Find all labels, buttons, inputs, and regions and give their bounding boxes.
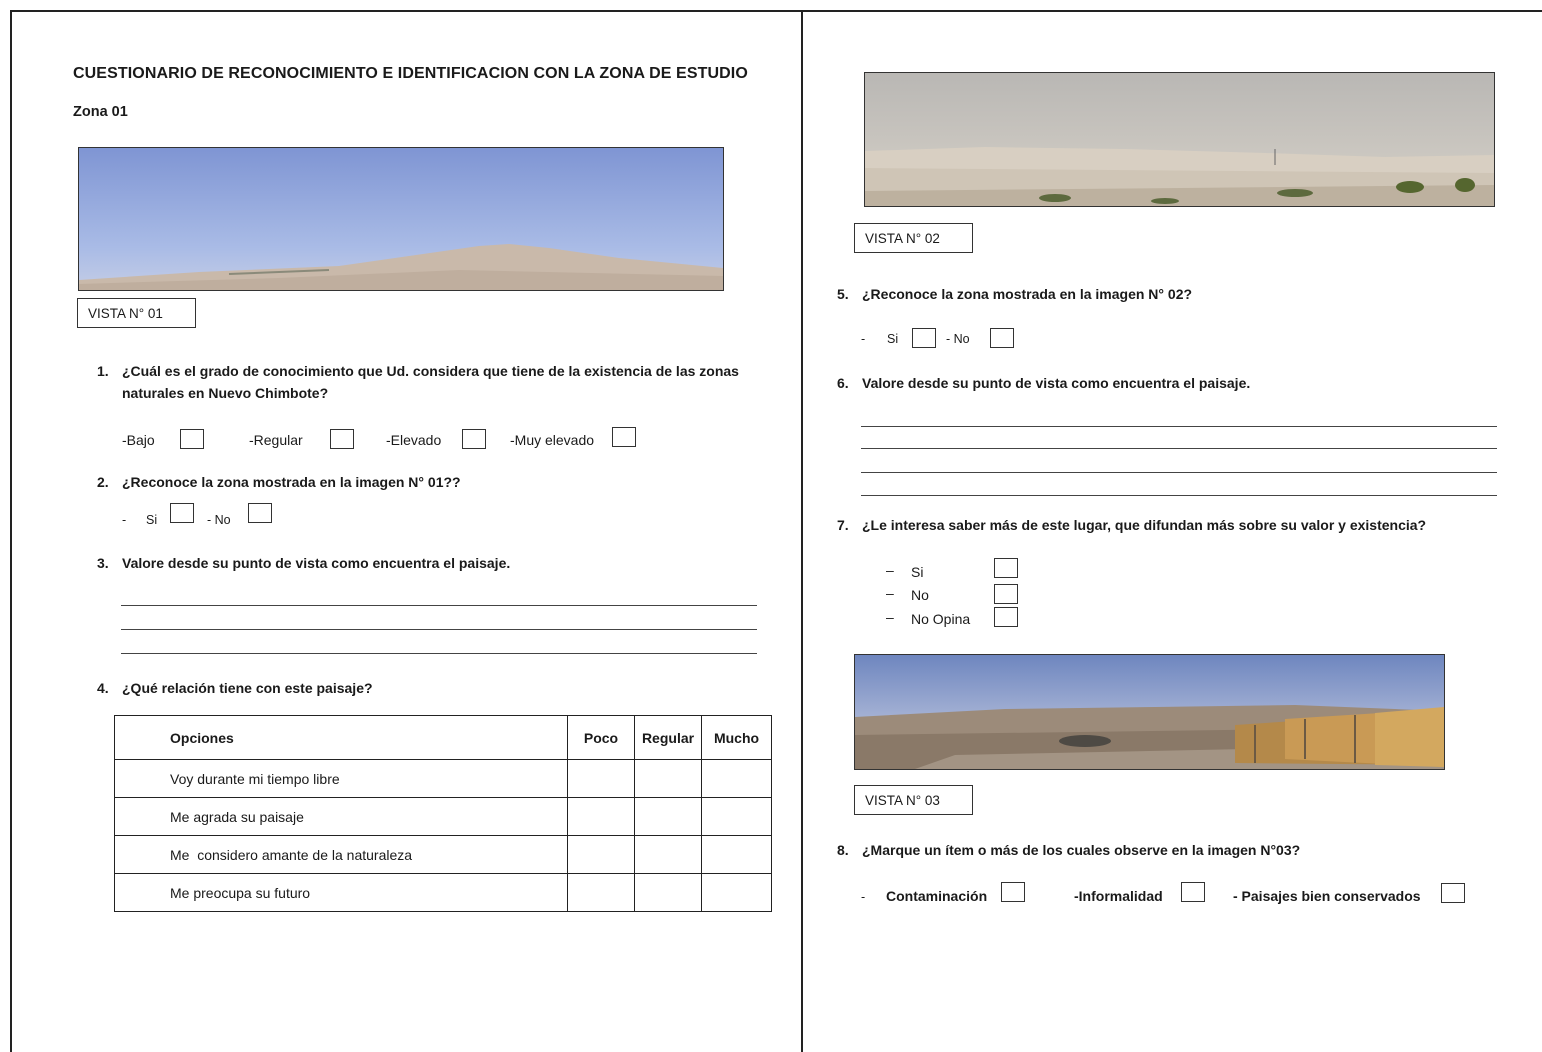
cell-regular[interactable] bbox=[634, 835, 702, 874]
cell-mucho[interactable] bbox=[701, 759, 772, 798]
q8-checkbox-contaminacion[interactable] bbox=[1001, 882, 1025, 902]
q1-checkbox-muy-elevado[interactable] bbox=[612, 427, 636, 447]
column-header-poco: Poco bbox=[567, 715, 635, 760]
zona-label: Zona 01 bbox=[73, 104, 128, 120]
page-frame-top bbox=[10, 10, 1542, 12]
q3-answer-line[interactable] bbox=[121, 629, 757, 630]
q5-option-no-label: - No bbox=[946, 332, 970, 346]
q7-bullet: – bbox=[886, 562, 894, 578]
question-number: 1. bbox=[97, 363, 109, 379]
question-text: ¿Qué relación tiene con este paisaje? bbox=[122, 680, 373, 696]
question-number: 5. bbox=[837, 286, 849, 302]
row-label: Voy durante mi tiempo libre bbox=[114, 759, 568, 798]
q6-answer-line[interactable] bbox=[861, 472, 1497, 473]
cell-mucho[interactable] bbox=[701, 797, 772, 836]
page-frame-left bbox=[10, 10, 12, 1052]
q2-dash: - bbox=[122, 513, 127, 527]
question-text: ¿Reconoce la zona mostrada en la imagen … bbox=[862, 286, 1193, 302]
q7-checkbox-no-opina[interactable] bbox=[994, 607, 1018, 627]
q2-checkbox-no[interactable] bbox=[248, 503, 272, 523]
q1-option-elevado-label: -Elevado bbox=[386, 432, 442, 448]
row-label: Me considero amante de la naturaleza bbox=[114, 835, 568, 874]
q6-answer-line[interactable] bbox=[861, 448, 1497, 449]
cell-regular[interactable] bbox=[634, 797, 702, 836]
question-text: Valore desde su punto de vista como encu… bbox=[122, 555, 511, 571]
page-title: CUESTIONARIO DE RECONOCIMIENTO E IDENTIF… bbox=[73, 65, 748, 82]
q8-option-contaminacion-label: Contaminación bbox=[886, 888, 988, 904]
column-header-opciones: Opciones bbox=[114, 715, 568, 760]
question-number: 3. bbox=[97, 555, 109, 571]
q2-option-no-label: - No bbox=[207, 513, 231, 527]
question-text: ¿Le interesa saber más de este lugar, qu… bbox=[862, 517, 1427, 533]
question-text-cont: naturales en Nuevo Chimbote? bbox=[122, 385, 329, 401]
question-text: Valore desde su punto de vista como encu… bbox=[862, 375, 1251, 391]
vista-01-label: VISTA N° 01 bbox=[77, 298, 196, 328]
cell-poco[interactable] bbox=[567, 835, 635, 874]
q8-checkbox-informalidad[interactable] bbox=[1181, 882, 1205, 902]
question-number: 2. bbox=[97, 474, 109, 490]
q6-answer-line[interactable] bbox=[861, 495, 1497, 496]
page-divider bbox=[801, 10, 803, 1052]
q5-option-si-label: Si bbox=[887, 332, 899, 346]
column-header-mucho: Mucho bbox=[701, 715, 772, 760]
q5-checkbox-si[interactable] bbox=[912, 328, 936, 348]
vista-03-label: VISTA N° 03 bbox=[854, 785, 973, 815]
q1-checkbox-bajo[interactable] bbox=[180, 429, 204, 449]
row-label: Me preocupa su futuro bbox=[114, 873, 568, 912]
q1-option-bajo-label: -Bajo bbox=[122, 432, 155, 448]
q2-checkbox-si[interactable] bbox=[170, 503, 194, 523]
q8-option-paisajes-label: - Paisajes bien conservados bbox=[1233, 888, 1421, 904]
vista-02-label: VISTA N° 02 bbox=[854, 223, 973, 253]
q3-answer-line[interactable] bbox=[121, 653, 757, 654]
relation-table: Opciones Poco Regular Mucho Voy durante … bbox=[114, 715, 772, 912]
cell-poco[interactable] bbox=[567, 759, 635, 798]
question-number: 6. bbox=[837, 375, 849, 391]
cell-regular[interactable] bbox=[634, 873, 702, 912]
table-row: Me preocupa su futuro bbox=[114, 873, 772, 912]
table-row: Me considero amante de la naturaleza bbox=[114, 835, 772, 874]
cell-poco[interactable] bbox=[567, 797, 635, 836]
q8-option-informalidad-label: -Informalidad bbox=[1074, 888, 1163, 904]
q7-bullet: – bbox=[886, 609, 894, 625]
photo-vista-02 bbox=[864, 72, 1495, 207]
q7-checkbox-si[interactable] bbox=[994, 558, 1018, 578]
cell-poco[interactable] bbox=[567, 873, 635, 912]
q3-answer-line[interactable] bbox=[121, 605, 757, 606]
question-number: 8. bbox=[837, 842, 849, 858]
q1-option-muy-elevado-label: -Muy elevado bbox=[510, 432, 595, 448]
q7-option-no-opina-label: No Opina bbox=[911, 611, 971, 627]
q1-checkbox-elevado[interactable] bbox=[462, 429, 486, 449]
q6-answer-line[interactable] bbox=[861, 426, 1497, 427]
q7-option-no-label: No bbox=[911, 587, 929, 603]
table-row: Voy durante mi tiempo libre bbox=[114, 759, 772, 798]
q5-checkbox-no[interactable] bbox=[990, 328, 1014, 348]
question-text: ¿Cuál es el grado de conocimiento que Ud… bbox=[122, 363, 739, 379]
q7-bullet: – bbox=[886, 585, 894, 601]
question-number: 7. bbox=[837, 517, 849, 533]
question-number: 4. bbox=[97, 680, 109, 696]
table-header-row: Opciones Poco Regular Mucho bbox=[114, 715, 772, 760]
q1-option-regular-label: -Regular bbox=[249, 432, 303, 448]
photo-vista-03 bbox=[854, 654, 1445, 770]
q7-option-si-label: Si bbox=[911, 564, 924, 580]
q8-dash: - bbox=[861, 890, 866, 904]
cell-mucho[interactable] bbox=[701, 835, 772, 874]
question-text: ¿Reconoce la zona mostrada en la imagen … bbox=[122, 474, 461, 490]
photo-vista-01 bbox=[78, 147, 724, 291]
table-row: Me agrada su paisaje bbox=[114, 797, 772, 836]
q1-checkbox-regular[interactable] bbox=[330, 429, 354, 449]
q2-option-si-label: Si bbox=[146, 513, 158, 527]
question-text: ¿Marque un ítem o más de los cuales obse… bbox=[862, 842, 1301, 858]
cell-regular[interactable] bbox=[634, 759, 702, 798]
row-label: Me agrada su paisaje bbox=[114, 797, 568, 836]
q7-checkbox-no[interactable] bbox=[994, 584, 1018, 604]
q5-dash: - bbox=[861, 332, 866, 346]
column-header-regular: Regular bbox=[634, 715, 702, 760]
q8-checkbox-paisajes[interactable] bbox=[1441, 883, 1465, 903]
cell-mucho[interactable] bbox=[701, 873, 772, 912]
